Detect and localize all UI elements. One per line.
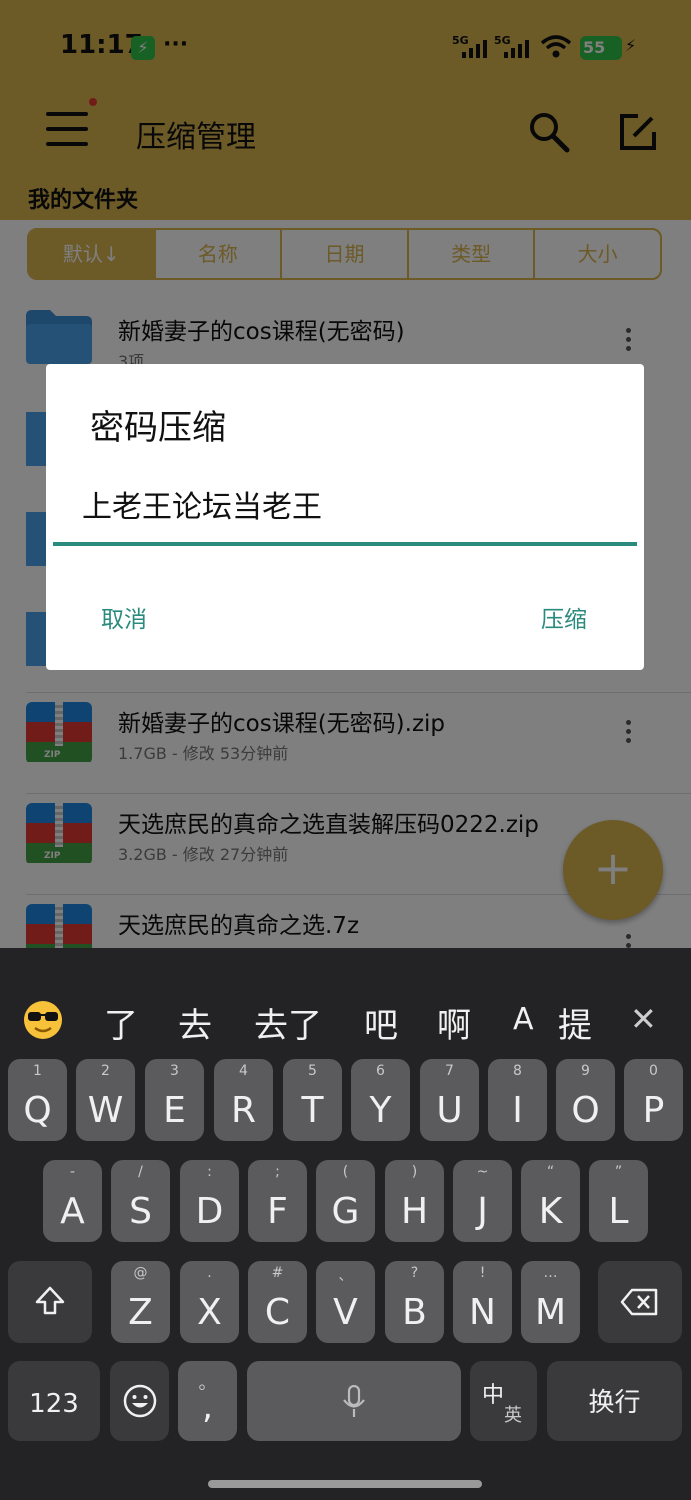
smiley-icon xyxy=(123,1384,157,1418)
key-f[interactable]: ; F xyxy=(248,1160,307,1242)
suggestion-2[interactable]: 去 xyxy=(178,998,212,1047)
dialog-title: 密码压缩 xyxy=(90,408,226,448)
suggestion-6[interactable]: 提 xyxy=(558,998,592,1047)
key-i[interactable]: 8I xyxy=(488,1059,547,1141)
key-t[interactable]: 5T xyxy=(283,1059,342,1141)
key-b[interactable]: ? B xyxy=(385,1261,444,1343)
key-v[interactable]: 、 V xyxy=(316,1261,375,1343)
cancel-button[interactable]: 取消 xyxy=(101,600,147,634)
microphone-icon xyxy=(343,1385,365,1417)
shift-key[interactable] xyxy=(8,1261,92,1343)
key-s[interactable]: / S xyxy=(111,1160,170,1242)
key-a[interactable]: -A xyxy=(43,1160,102,1242)
key-c[interactable]: # C xyxy=(248,1261,307,1343)
numbers-key[interactable]: 123 xyxy=(8,1361,100,1441)
emoji-sunglasses-icon[interactable] xyxy=(22,1000,64,1040)
key-o[interactable]: 9O xyxy=(556,1059,615,1141)
compress-button[interactable]: 压缩 xyxy=(541,600,587,634)
suggestion-5[interactable]: 啊 xyxy=(437,998,471,1047)
emoji-key[interactable] xyxy=(110,1361,169,1441)
shift-icon xyxy=(35,1286,65,1315)
key-y[interactable]: 6Y xyxy=(351,1059,410,1141)
key-n[interactable]: ! N xyxy=(453,1261,512,1343)
key-m[interactable]: … M xyxy=(521,1261,580,1343)
backspace-icon xyxy=(620,1288,658,1316)
ai-suggestion-icon[interactable]: A xyxy=(513,1002,534,1037)
key-h[interactable]: ) H xyxy=(385,1160,444,1242)
key-u[interactable]: 7U xyxy=(420,1059,479,1141)
suggestion-4[interactable]: 吧 xyxy=(364,998,398,1047)
close-suggestions-icon[interactable]: ✕ xyxy=(630,1000,657,1038)
key-q[interactable]: 1Q xyxy=(8,1059,67,1141)
space-key[interactable] xyxy=(247,1361,461,1441)
key-d[interactable]: :D xyxy=(180,1160,239,1242)
app-screen: 11:17 ⚡ ··· 5G 5G 55 ⚡ 压缩管理 我的文件夹 xyxy=(0,0,691,948)
key-j[interactable]: ~ J xyxy=(453,1160,512,1242)
key-x[interactable]: .X xyxy=(180,1261,239,1343)
key-e[interactable]: 3E xyxy=(145,1059,204,1141)
key-g[interactable]: (G xyxy=(316,1160,375,1242)
language-switch-key[interactable]: 中 英 xyxy=(470,1361,537,1441)
password-compress-dialog: 密码压缩 上老王论坛当老王 取消 压缩 xyxy=(46,364,644,670)
key-p[interactable]: 0P xyxy=(624,1059,683,1141)
input-underline xyxy=(53,542,637,546)
key-z[interactable]: @ Z xyxy=(111,1261,170,1343)
suggestion-1[interactable]: 了 xyxy=(104,998,138,1047)
suggestion-3[interactable]: 去了 xyxy=(254,998,322,1047)
enter-key[interactable]: 换行 xyxy=(547,1361,682,1441)
backspace-key[interactable] xyxy=(598,1261,682,1343)
home-indicator[interactable] xyxy=(208,1480,482,1488)
key-r[interactable]: 4R xyxy=(214,1059,273,1141)
key-w[interactable]: 2W xyxy=(76,1059,135,1141)
punctuation-key[interactable]: 。 , xyxy=(178,1361,237,1441)
key-l[interactable]: ” L xyxy=(589,1160,648,1242)
key-k[interactable]: “K xyxy=(521,1160,580,1242)
password-input[interactable]: 上老王论坛当老王 xyxy=(82,482,322,526)
